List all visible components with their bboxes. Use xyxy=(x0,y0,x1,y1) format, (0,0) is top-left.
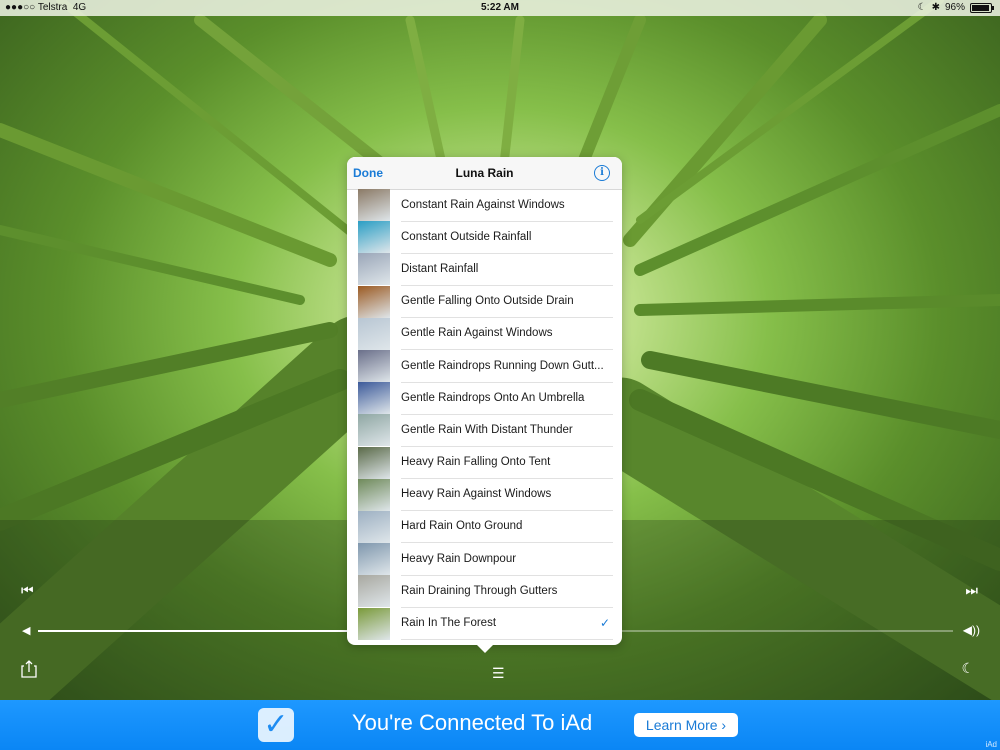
battery-percent: 96% xyxy=(944,2,965,13)
playlist-popover: Done Luna Rain i Constant Rain Against W… xyxy=(347,157,622,645)
track-label: Constant Rain Against Windows xyxy=(401,189,613,222)
track-label: Gentle Falling Onto Outside Drain xyxy=(401,285,613,319)
track-thumbnail xyxy=(358,285,390,318)
iad-banner[interactable]: ✓ You're Connected To iAd Learn More › i… xyxy=(0,700,1000,750)
volume-low-icon: ◀ xyxy=(22,625,31,637)
popover-arrow xyxy=(476,644,494,653)
track-label: Hard Rain Onto Ground xyxy=(401,510,613,544)
track-thumbnail xyxy=(358,189,390,222)
track-row[interactable]: Heavy Rain Downpour xyxy=(347,543,622,576)
status-right: ☾ ✱ 96% xyxy=(917,0,994,16)
track-thumbnail xyxy=(358,350,390,383)
track-label: Distant Rainfall xyxy=(401,253,613,286)
track-thumbnail xyxy=(358,382,390,415)
track-row[interactable]: Gentle Raindrops Onto An Umbrella xyxy=(347,382,622,415)
track-thumbnail xyxy=(358,221,390,254)
track-label: Gentle Raindrops Onto An Umbrella xyxy=(401,382,613,415)
track-label: Gentle Rain Against Windows xyxy=(401,317,613,351)
track-row[interactable]: Distant Rainfall xyxy=(347,253,622,286)
popover-title: Luna Rain xyxy=(455,166,514,180)
selected-check-icon: ✓ xyxy=(599,616,610,631)
track-thumbnail xyxy=(358,575,390,608)
track-row[interactable]: Rain Draining Through Gutters xyxy=(347,575,622,608)
track-list: Constant Rain Against Windows Constant Ou… xyxy=(347,189,622,641)
track-row[interactable]: Rain In The Forest ✓ xyxy=(347,607,622,641)
track-thumbnail xyxy=(358,414,390,447)
track-label: Rain Draining Through Gutters xyxy=(401,575,613,608)
next-track-icon[interactable]: ⏭ xyxy=(965,582,978,599)
status-time: 5:22 AM xyxy=(481,2,519,13)
track-thumbnail xyxy=(358,478,390,511)
checkmark-icon: ✓ xyxy=(258,708,294,742)
bluetooth-icon: ✱ xyxy=(931,2,940,13)
track-thumbnail xyxy=(358,607,390,640)
track-row[interactable]: Gentle Rain Against Windows xyxy=(347,317,622,351)
status-bar: ●●●○○ Telstra 4G 5:22 AM ☾ ✱ 96% xyxy=(0,0,1000,16)
track-row[interactable]: Gentle Raindrops Running Down Gutt... xyxy=(347,350,622,383)
previous-track-icon[interactable]: ⏮ xyxy=(21,582,34,599)
track-row[interactable]: Constant Rain Against Windows xyxy=(347,189,622,222)
sleep-timer-icon[interactable]: ☾ xyxy=(961,660,974,677)
track-label: Heavy Rain Falling Onto Tent xyxy=(401,446,613,480)
track-thumbnail xyxy=(358,317,390,350)
track-label: Heavy Rain Downpour xyxy=(401,543,613,576)
track-label: Gentle Raindrops Running Down Gutt... xyxy=(401,350,613,383)
playlist-icon[interactable]: ☰ xyxy=(492,665,505,682)
track-row[interactable]: Heavy Rain Against Windows xyxy=(347,478,622,512)
track-label: Constant Outside Rainfall xyxy=(401,221,613,254)
track-thumbnail xyxy=(358,543,390,576)
track-row[interactable]: Gentle Falling Onto Outside Drain xyxy=(347,285,622,319)
track-thumbnail xyxy=(358,446,390,479)
track-row[interactable]: Constant Outside Rainfall xyxy=(347,221,622,254)
track-row[interactable]: Gentle Rain With Distant Thunder xyxy=(347,414,622,447)
track-row[interactable]: Heavy Rain Falling Onto Tent xyxy=(347,446,622,480)
track-label: Gentle Rain With Distant Thunder xyxy=(401,414,613,447)
iad-mark: iAd xyxy=(985,740,997,749)
battery-fill xyxy=(972,5,990,11)
track-thumbnail xyxy=(358,253,390,286)
learn-more-button[interactable]: Learn More › xyxy=(634,713,738,737)
info-icon[interactable]: i xyxy=(594,165,610,181)
share-icon[interactable] xyxy=(21,660,37,678)
moon-icon: ☾ xyxy=(917,2,927,13)
track-row[interactable]: Hard Rain Onto Ground xyxy=(347,510,622,544)
popover-header: Done Luna Rain i xyxy=(347,157,622,190)
track-label: Rain In The Forest xyxy=(401,607,613,641)
battery-icon xyxy=(970,3,994,13)
track-thumbnail xyxy=(358,510,390,543)
volume-high-icon: ◀)) xyxy=(962,623,980,637)
ad-text: You're Connected To iAd xyxy=(352,710,593,735)
track-label: Heavy Rain Against Windows xyxy=(401,478,613,512)
